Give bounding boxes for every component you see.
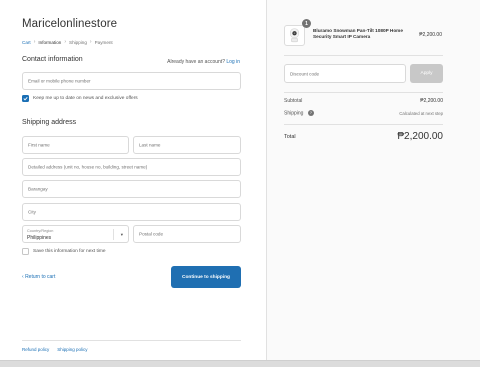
shipping-label: Shipping <box>284 110 304 117</box>
chevron-right-icon: › <box>33 39 36 45</box>
select-divider <box>113 229 114 240</box>
divider <box>284 92 443 93</box>
product-price: ₱2,200.00 <box>419 32 442 38</box>
shipping-policy-link[interactable]: Shipping policy <box>57 347 87 352</box>
email-placeholder: Email or mobile phone number <box>28 78 91 84</box>
total-value: ₱2,200.00 <box>397 131 443 142</box>
address-placeholder: Detailed address (unit no, house no, bui… <box>28 164 148 170</box>
chevron-down-icon: ▾ <box>120 232 123 237</box>
continue-to-shipping-button[interactable]: Continue to shipping <box>171 266 241 288</box>
account-hint: Already have an account? Log in <box>167 59 240 65</box>
breadcrumb-shipping: Shipping <box>69 39 87 45</box>
window-bottom-bar <box>0 360 480 367</box>
subtotal-row: Subtotal ₱2,200.00 <box>284 98 443 104</box>
barangay-field[interactable]: Barangay <box>22 180 241 198</box>
breadcrumb-payment: Payment <box>94 39 113 45</box>
first-name-field[interactable]: First name <box>22 136 129 154</box>
discount-placeholder: Discount code <box>290 71 320 76</box>
country-label: Country/Region <box>27 229 54 233</box>
chevron-right-icon: › <box>64 39 67 45</box>
login-link[interactable]: Log in <box>226 59 240 65</box>
newsletter-checkbox[interactable] <box>22 95 29 102</box>
country-select[interactable]: Country/Region Philippines ▾ <box>22 225 129 243</box>
newsletter-label: Keep me up to date on news and exclusive… <box>33 96 138 101</box>
product-name: Bluramo Snowman Pan-Tilt 1080P Home Secu… <box>313 28 403 40</box>
checkout-main: Maricelonlinestore Cart › Information › … <box>0 0 266 360</box>
chevron-right-icon: › <box>89 39 92 45</box>
shipping-value: Calculated at next step <box>399 110 443 116</box>
product-thumbnail <box>284 25 305 46</box>
newsletter-row[interactable]: Keep me up to date on news and exclusive… <box>22 95 138 102</box>
return-label: Return to cart <box>25 274 56 280</box>
refund-policy-link[interactable]: Refund policy <box>22 347 49 352</box>
account-prompt: Already have an account? <box>167 59 225 65</box>
camera-product-image <box>290 28 299 43</box>
breadcrumb-cart[interactable]: Cart <box>22 40 31 45</box>
apply-button[interactable]: Apply <box>410 64 443 83</box>
city-field[interactable]: City <box>22 203 241 221</box>
subtotal-label: Subtotal <box>284 98 303 104</box>
chevron-left-icon: ‹ <box>22 274 24 280</box>
question-icon[interactable]: ? <box>307 110 314 116</box>
total-label: Total <box>284 133 296 140</box>
subtotal-value: ₱2,200.00 <box>420 98 443 104</box>
order-summary: 1 Bluramo Snowman Pan-Tilt 1080P Home Se… <box>266 0 480 360</box>
save-info-row[interactable]: Save this information for next time <box>22 248 106 255</box>
store-name[interactable]: Maricelonlinestore <box>22 18 117 30</box>
shipping-row: Shipping ? Calculated at next step <box>284 110 443 116</box>
shipping-title: Shipping address <box>22 119 77 126</box>
last-name-placeholder: Last name <box>139 142 161 148</box>
footer-links: Refund policy Shipping policy <box>22 347 88 352</box>
country-value: Philippines <box>27 235 52 241</box>
return-to-cart-link[interactable]: ‹ Return to cart <box>22 274 55 280</box>
breadcrumb: Cart › Information › Shipping › Payment <box>22 39 113 45</box>
postal-code-field[interactable]: Postal code <box>133 225 241 243</box>
address-field[interactable]: Detailed address (unit no, house no, bui… <box>22 158 241 176</box>
quantity-badge: 1 <box>302 19 311 28</box>
last-name-field[interactable]: Last name <box>133 136 241 154</box>
save-info-label: Save this information for next time <box>33 249 106 254</box>
divider <box>284 55 443 56</box>
city-placeholder: City <box>28 209 36 215</box>
postal-placeholder: Postal code <box>139 231 164 237</box>
footer-divider <box>22 340 241 341</box>
save-info-checkbox[interactable] <box>22 248 29 255</box>
email-field[interactable]: Email or mobile phone number <box>22 72 241 90</box>
divider <box>284 124 443 125</box>
first-name-placeholder: First name <box>28 142 50 148</box>
discount-code-field[interactable]: Discount code <box>284 64 406 83</box>
contact-title: Contact information <box>22 56 83 63</box>
barangay-placeholder: Barangay <box>28 186 48 192</box>
breadcrumb-information: Information <box>38 39 62 45</box>
total-row: Total ₱2,200.00 <box>284 131 443 142</box>
checkmark-icon <box>23 96 28 101</box>
